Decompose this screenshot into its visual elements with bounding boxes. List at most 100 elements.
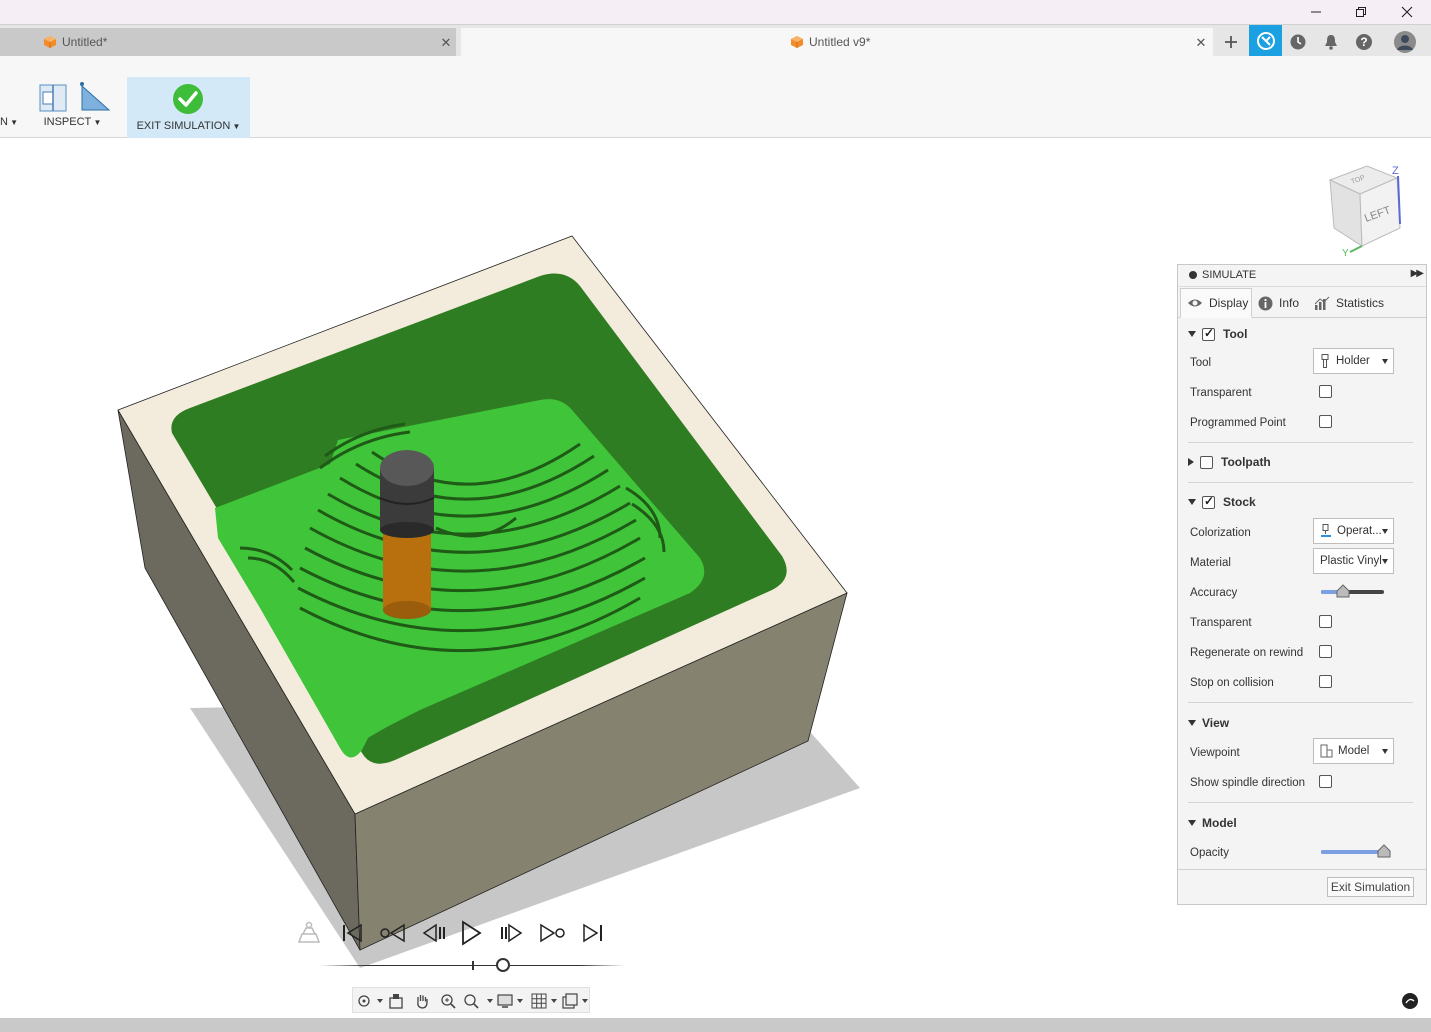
user-avatar-button[interactable] (1390, 28, 1420, 56)
grid-settings-button[interactable] (530, 992, 560, 1010)
viewpoint-dropdown[interactable]: Model (1313, 738, 1394, 764)
restore-button[interactable] (1338, 0, 1384, 24)
divider (1188, 802, 1413, 803)
z-axis-label: Z (1392, 165, 1399, 177)
material-value: Plastic Vinyl (1320, 555, 1382, 567)
display-monitor-icon (497, 994, 523, 1008)
avatar-icon (1394, 31, 1416, 53)
colorization-dropdown[interactable]: Operat... (1313, 518, 1394, 544)
view-section-title: View (1202, 716, 1230, 730)
close-tab-icon[interactable]: ✕ (439, 36, 453, 50)
timeline-slider[interactable] (320, 958, 625, 972)
tool-transparent-checkbox[interactable] (1319, 385, 1332, 398)
statistics-icon (1314, 296, 1330, 310)
design-cube-icon (791, 36, 803, 48)
timeline-thumb[interactable] (496, 958, 510, 972)
spindle-direction-checkbox[interactable] (1319, 775, 1332, 788)
cutting-tool (379, 450, 435, 619)
status-bar (0, 1018, 1431, 1032)
comments-button[interactable] (1402, 993, 1418, 1009)
new-tab-button[interactable] (1216, 28, 1246, 56)
tool-section-checkbox[interactable] (1202, 326, 1215, 341)
chevron-down-icon (1382, 559, 1388, 564)
inspect-menu-button[interactable]: INSPECT ▼ (35, 76, 111, 134)
tool-dropdown[interactable]: Holder (1313, 348, 1394, 374)
programmed-point-checkbox[interactable] (1319, 415, 1332, 428)
divider (1188, 442, 1413, 443)
play-button[interactable] (456, 918, 486, 948)
collapse-icon[interactable] (1189, 271, 1197, 279)
panel-title: SIMULATE (1202, 269, 1257, 281)
step-back-icon (422, 923, 445, 943)
viewports-button[interactable] (561, 992, 591, 1010)
colorization-icon (1321, 524, 1331, 537)
comment-icon (1405, 998, 1415, 1004)
colorization-label: Colorization (1190, 527, 1251, 539)
tab-untitled[interactable]: Untitled* ✕ (0, 28, 456, 57)
tool-section-header[interactable]: Tool (1188, 326, 1247, 341)
chevron-down-icon (1382, 529, 1388, 534)
pan-button[interactable] (410, 992, 434, 1010)
tab-display[interactable]: Display (1180, 288, 1252, 318)
notifications-button[interactable] (1316, 28, 1346, 56)
zoom-window-button[interactable] (436, 992, 460, 1010)
opacity-slider[interactable] (1321, 844, 1391, 858)
material-dropdown[interactable]: Plastic Vinyl (1313, 548, 1394, 574)
accuracy-slider-thumb[interactable] (1336, 584, 1350, 598)
step-forward-button[interactable] (496, 918, 526, 948)
accuracy-slider[interactable] (1321, 584, 1384, 598)
stock-section-header[interactable]: Stock (1188, 494, 1256, 509)
spindle-direction-label: Show spindle direction (1190, 777, 1306, 789)
partial-menu-label: N (0, 116, 8, 128)
viewports-icon (562, 993, 588, 1009)
stop-on-collision-checkbox[interactable] (1319, 675, 1332, 688)
orbit-button[interactable] (354, 992, 384, 1010)
tab-display-label: Display (1209, 296, 1249, 310)
go-to-end-button[interactable] (578, 918, 608, 948)
regenerate-label: Regenerate on rewind (1190, 647, 1304, 659)
minimize-button[interactable] (1293, 0, 1339, 24)
bell-icon (1325, 35, 1337, 50)
stock-display-button[interactable] (296, 920, 322, 946)
exit-simulation-menu-button[interactable]: EXIT SIMULATION ▼ (127, 77, 250, 138)
stock-section-checkbox[interactable] (1202, 494, 1215, 509)
tab-untitled-v9[interactable]: Untitled v9* ✕ (461, 28, 1213, 57)
partial-menu-button[interactable]: N ▼ (0, 76, 18, 134)
viewpoint-value: Model (1338, 745, 1370, 757)
play-icon (462, 920, 482, 946)
extensions-button[interactable] (1249, 25, 1282, 56)
go-to-start-button[interactable] (337, 918, 367, 948)
dropdown-arrow-icon: ▼ (91, 118, 102, 127)
tab-info[interactable]: Info (1258, 288, 1312, 318)
opacity-label: Opacity (1190, 847, 1229, 859)
toolpath-section-checkbox[interactable] (1200, 455, 1213, 469)
tab-statistics-label: Statistics (1336, 296, 1385, 310)
simulate-panel: SIMULATE ▶▶ Display Info Statistics Tool… (1177, 264, 1427, 905)
next-operation-button[interactable] (537, 918, 567, 948)
tab-statistics[interactable]: Statistics (1314, 288, 1392, 318)
display-settings-button[interactable] (496, 992, 526, 1010)
view-section-header[interactable]: View (1188, 716, 1229, 730)
model-section-header[interactable]: Model (1188, 816, 1237, 830)
expand-panel-icon[interactable]: ▶▶ (1411, 268, 1424, 279)
stock-transparent-checkbox[interactable] (1319, 615, 1332, 628)
toolpath-section-header[interactable]: Toolpath (1188, 455, 1271, 469)
close-tab-icon[interactable]: ✕ (1194, 36, 1208, 50)
look-at-icon (389, 994, 403, 1009)
restore-icon (1356, 7, 1366, 17)
help-button[interactable]: ? (1349, 28, 1379, 56)
close-window-button[interactable] (1384, 0, 1430, 24)
regenerate-checkbox[interactable] (1319, 645, 1332, 658)
opacity-slider-thumb[interactable] (1377, 844, 1391, 858)
previous-operation-button[interactable] (378, 918, 408, 948)
pan-hand-icon (417, 995, 428, 1009)
exit-simulation-button[interactable]: Exit Simulation (1327, 877, 1414, 897)
step-back-button[interactable] (419, 918, 449, 948)
look-at-button[interactable] (384, 992, 408, 1010)
viewcube[interactable]: TOP LEFT Z Y (1322, 160, 1412, 260)
tool-label: Tool (1190, 357, 1212, 369)
previous-operation-icon (380, 923, 405, 943)
zoom-button[interactable] (462, 992, 494, 1010)
job-status-button[interactable] (1283, 28, 1313, 56)
minimize-icon (1311, 11, 1321, 13)
